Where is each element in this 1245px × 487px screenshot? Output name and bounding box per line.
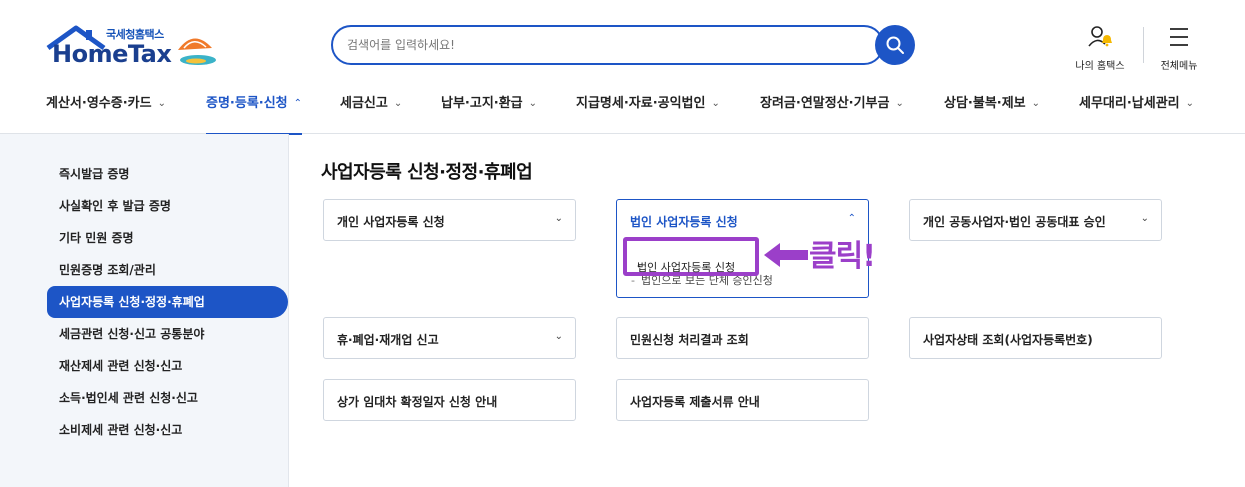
card-required-documents[interactable]: 사업자등록 제출서류 안내 [616, 379, 869, 421]
gnb-item-tax-agent[interactable]: 세무대리·납세관리 ⌄ [1079, 92, 1194, 134]
sidebar-item-income-corporate-tax[interactable]: 소득·법인세 관련 신청·신고 [47, 382, 288, 414]
gnb-item-statements[interactable]: 지급명세·자료·공익법인 ⌄ [576, 92, 720, 134]
sidebar: 즉시발급 증명 사실확인 후 발급 증명 기타 민원 증명 민원증명 조회/관리… [0, 134, 289, 487]
chevron-up-icon: ⌃ [293, 98, 303, 109]
search-icon [886, 36, 904, 54]
card-lease-date[interactable]: 상가 임대차 확정일자 신청 안내 [323, 379, 576, 421]
hamburger-icon [1170, 28, 1188, 46]
gnb-item-certificates[interactable]: 증명·등록·신청 ⌃ [206, 92, 303, 135]
card-label: 상가 임대차 확정일자 신청 안내 [337, 395, 498, 409]
card-label: 법인 사업자등록 신청 [630, 215, 738, 229]
chevron-down-icon: ⌄ [554, 213, 563, 224]
my-hometax-label: 나의 홈택스 [1075, 61, 1125, 72]
sidebar-item-other-certificate[interactable]: 기타 민원 증명 [47, 222, 288, 254]
user-bell-icon [1088, 26, 1112, 47]
search-button[interactable] [875, 25, 915, 65]
search-input[interactable] [347, 35, 867, 55]
umbrella-icon [178, 38, 216, 65]
sidebar-item-label: 기타 민원 증명 [59, 231, 134, 245]
all-menu-label: 전체메뉴 [1160, 61, 1198, 72]
global-nav: 계산서·영수증·카드 ⌄ 증명·등록·신청 ⌃ 세금신고 ⌄ 납부·고지·환급 ⌄ 지급… [0, 86, 1245, 135]
card-label: 개인 사업자등록 신청 [337, 215, 445, 229]
card-closure-reopen[interactable]: 휴·폐업·재개업 신고 ⌄ [323, 317, 576, 359]
hometax-logo[interactable]: 국세청홈택스 HomeTax [46, 24, 221, 70]
card-joint-business-approval[interactable]: 개인 공동사업자·법인 공동대표 승인 ⌄ [909, 199, 1162, 241]
chevron-down-icon: ⌄ [711, 98, 720, 109]
card-business-status[interactable]: 사업자상태 조회(사업자등록번호) [909, 317, 1162, 359]
chevron-down-icon: ⌄ [393, 98, 403, 109]
sidebar-item-label: 사실확인 후 발급 증명 [59, 199, 171, 213]
chevron-down-icon: ⌄ [1031, 98, 1041, 109]
chevron-down-icon: ⌄ [528, 98, 538, 109]
chevron-down-icon: ⌄ [157, 98, 166, 109]
sidebar-item-common-applications[interactable]: 세금관련 신청·신고 공통분야 [47, 318, 288, 350]
utility-divider [1143, 27, 1144, 63]
sidebar-item-label: 재산제세 관련 신청·신고 [59, 359, 183, 373]
click-highlight-box[interactable]: - 법인 사업자등록 신청 [623, 237, 759, 276]
chevron-down-icon: ⌄ [554, 331, 563, 342]
card-label: 사업자등록 제출서류 안내 [630, 395, 760, 409]
card-label: 개인 공동사업자·법인 공동대표 승인 [923, 215, 1106, 229]
card-application-result[interactable]: 민원신청 처리결과 조회 [616, 317, 869, 359]
sidebar-item-business-registration[interactable]: 사업자등록 신청·정정·휴폐업 [47, 286, 288, 318]
sidebar-item-label: 소비제세 관련 신청·신고 [59, 423, 183, 437]
gnb-item-payment[interactable]: 납부·고지·환급 ⌄ [441, 92, 537, 134]
chevron-down-icon: ⌄ [1140, 213, 1149, 224]
my-hometax-button[interactable]: 나의 홈택스 [1070, 24, 1130, 72]
gnb-item-incentives[interactable]: 장려금·연말정산·기부금 ⌄ [760, 92, 904, 134]
card-individual-registration[interactable]: 개인 사업자등록 신청 ⌄ [323, 199, 576, 241]
page-title: 사업자등록 신청·정정·휴폐업 [321, 162, 533, 183]
gnb-label: 증명·등록·신청 [206, 96, 288, 111]
gnb-label: 지급명세·자료·공익법인 [576, 96, 706, 111]
logo-main-text: HomeTax [52, 40, 172, 68]
gnb-label: 납부·고지·환급 [441, 96, 523, 111]
sidebar-item-certificate-manage[interactable]: 민원증명 조회/관리 [47, 254, 288, 286]
gnb-item-consulting[interactable]: 상담·불복·제보 ⌄ [944, 92, 1040, 134]
header: 국세청홈택스 HomeTax 나의 홈택스 전 [0, 0, 1245, 135]
sidebar-item-label: 세금관련 신청·신고 공통분야 [59, 327, 205, 341]
gnb-label: 계산서·영수증·카드 [46, 96, 152, 111]
sidebar-item-verified-certificate[interactable]: 사실확인 후 발급 증명 [47, 190, 288, 222]
gnb-item-receipts[interactable]: 계산서·영수증·카드 ⌄ [46, 92, 166, 134]
sidebar-item-consumption-tax[interactable]: 소비제세 관련 신청·신고 [47, 414, 288, 446]
card-label: 사업자상태 조회(사업자등록번호) [923, 333, 1093, 347]
sidebar-item-label: 즉시발급 증명 [59, 167, 130, 181]
sidebar-item-property-tax[interactable]: 재산제세 관련 신청·신고 [47, 350, 288, 382]
gnb-label: 세금신고 [340, 96, 388, 111]
sidebar-item-label: 민원증명 조회/관리 [59, 263, 156, 277]
click-annotation: 클릭! [809, 239, 876, 274]
chevron-down-icon: ⌄ [895, 98, 904, 109]
gnb-item-tax-filing[interactable]: 세금신고 ⌄ [340, 92, 402, 134]
chevron-down-icon: ⌄ [1185, 98, 1195, 109]
gnb-label: 세무대리·납세관리 [1079, 96, 1180, 111]
all-menu-button[interactable]: 전체메뉴 [1154, 24, 1204, 72]
gnb-label: 장려금·연말정산·기부금 [760, 96, 890, 111]
gnb-label: 상담·불복·제보 [944, 96, 1026, 111]
left-arrow-icon [764, 243, 808, 267]
search-box [331, 25, 884, 65]
sidebar-item-instant-certificate[interactable]: 즉시발급 증명 [47, 158, 288, 190]
highlight-text: 법인 사업자등록 신청 [637, 261, 736, 274]
chevron-up-icon: ⌃ [847, 213, 856, 224]
card-label: 민원신청 처리결과 조회 [630, 333, 749, 347]
sidebar-item-label: 사업자등록 신청·정정·휴폐업 [59, 295, 205, 309]
sidebar-item-label: 소득·법인세 관련 신청·신고 [59, 391, 198, 405]
card-label: 휴·폐업·재개업 신고 [337, 333, 439, 347]
